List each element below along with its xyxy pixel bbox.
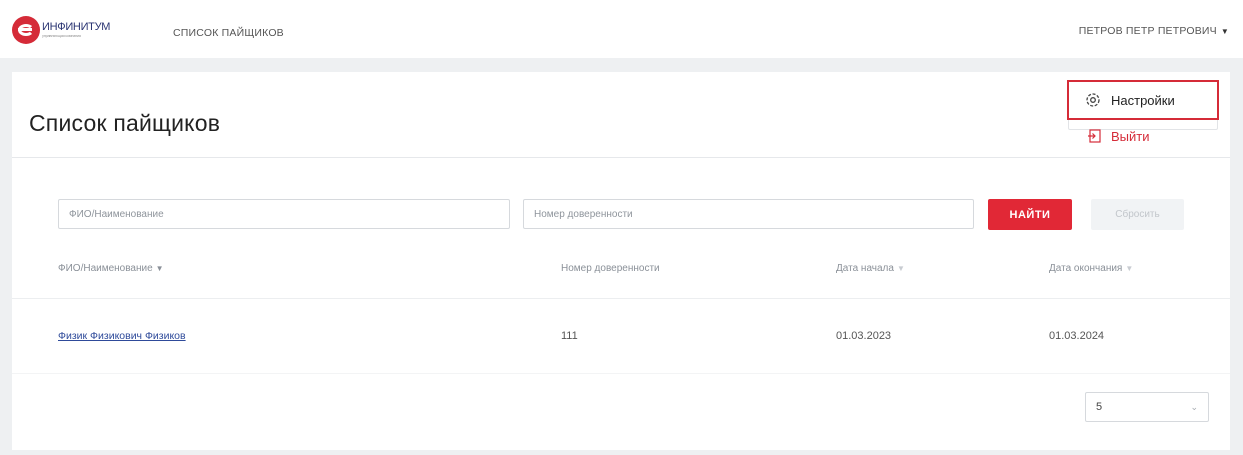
sort-icon: ▼ [896, 264, 905, 273]
page-size-select[interactable]: 5 ⌄ [1085, 392, 1209, 422]
column-header-start-date[interactable]: Дата начала ▼ [836, 263, 905, 274]
chevron-down-icon: ⌄ [1190, 401, 1198, 412]
user-menu-toggle[interactable]: ПЕТРОВ ПЕТР ПЕТРОВИЧ ▼ [1079, 25, 1229, 37]
logo-icon [12, 16, 40, 44]
page-title: Список пайщиков [29, 110, 221, 136]
logo[interactable]: ИНФИНИТУМ управляющая компания [12, 16, 110, 44]
start-date-cell: 01.03.2023 [836, 330, 892, 342]
caret-down-icon: ▼ [1220, 26, 1229, 36]
column-header-end-date[interactable]: Дата окончания ▼ [1049, 263, 1133, 274]
proxy-number-input[interactable] [523, 199, 974, 229]
column-header-label: Дата начала [836, 263, 894, 274]
logout-label: Выйти [1111, 128, 1150, 144]
name-search-input[interactable] [58, 199, 510, 229]
main-card: Список пайщиков НАЙТИ Сбросить ФИО/Наиме… [12, 72, 1230, 450]
settings-label: Настройки [1111, 92, 1175, 108]
user-name: ПЕТРОВ ПЕТР ПЕТРОВИЧ [1078, 25, 1217, 37]
sort-icon: ▼ [1125, 264, 1134, 273]
column-header-label: Номер доверенности [561, 263, 660, 274]
column-header-label: Дата окончания [1049, 263, 1123, 274]
column-header-name[interactable]: ФИО/Наименование ▼ [58, 263, 164, 274]
reset-button[interactable]: Сбросить [1091, 199, 1184, 230]
column-header-proxy: Номер доверенности [561, 263, 660, 274]
sort-down-icon: ▼ [155, 264, 164, 273]
logout-icon [1088, 129, 1101, 143]
row-divider [12, 373, 1230, 374]
card-header: Список пайщиков [12, 72, 1230, 158]
column-header-label: ФИО/Наименование [58, 263, 153, 274]
page-size-value: 5 [1096, 401, 1103, 413]
nav-shareholders-list[interactable]: СПИСОК ПАЙЩИКОВ [173, 27, 284, 39]
gear-icon [1086, 93, 1100, 107]
header-divider [12, 298, 1230, 299]
proxy-number-cell: 111 [561, 330, 578, 342]
shareholder-name-link[interactable]: Физик Физикович Физиков [58, 330, 186, 342]
logo-text: ИНФИНИТУМ управляющая компания [42, 22, 110, 38]
menu-item-settings[interactable]: Настройки [1067, 80, 1219, 120]
logo-tagline: управляющая компания [42, 33, 81, 38]
user-dropdown-menu: Настройки Выйти [1067, 80, 1219, 144]
logo-name: ИНФИНИТУМ [42, 21, 111, 33]
end-date-cell: 01.03.2024 [1049, 330, 1105, 342]
find-button[interactable]: НАЙТИ [988, 199, 1072, 230]
top-bar: ИНФИНИТУМ управляющая компания СПИСОК ПА… [0, 0, 1243, 58]
menu-item-logout[interactable]: Выйти [1087, 126, 1150, 146]
